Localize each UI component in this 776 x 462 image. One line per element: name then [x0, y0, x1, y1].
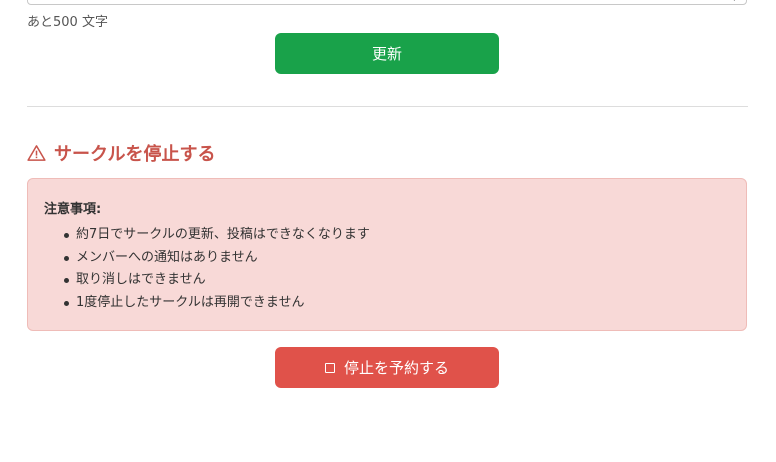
stop-section-title: サークルを停止する [27, 140, 215, 166]
notice-heading: 注意事項: [44, 202, 102, 217]
warning-triangle-icon [27, 145, 46, 161]
description-textarea[interactable]: ⁄⁄ [27, 0, 747, 5]
section-divider [27, 106, 748, 107]
update-button[interactable]: 更新 [275, 33, 499, 74]
resize-handle-icon[interactable]: ⁄⁄ [735, 0, 743, 3]
update-button-label: 更新 [371, 45, 402, 63]
notice-item: メンバーへの通知はありません [64, 247, 370, 270]
notice-list: 約7日でサークルの更新、投稿はできなくなります メンバーへの通知はありません 取… [64, 224, 370, 314]
schedule-stop-button-label: 停止を予約する [343, 359, 449, 377]
schedule-stop-button[interactable]: 停止を予約する [275, 347, 499, 388]
checkbox-icon [324, 362, 335, 373]
stop-section-title-text: サークルを停止する [54, 144, 216, 165]
char-count-label: あと500 文字 [27, 15, 108, 30]
notice-box: 注意事項: 約7日でサークルの更新、投稿はできなくなります メンバーへの通知はあ… [27, 178, 747, 331]
notice-item: 1度停止したサークルは再開できません [64, 292, 370, 315]
notice-item: 取り消しはできません [64, 269, 370, 292]
notice-item: 約7日でサークルの更新、投稿はできなくなります [64, 224, 370, 247]
